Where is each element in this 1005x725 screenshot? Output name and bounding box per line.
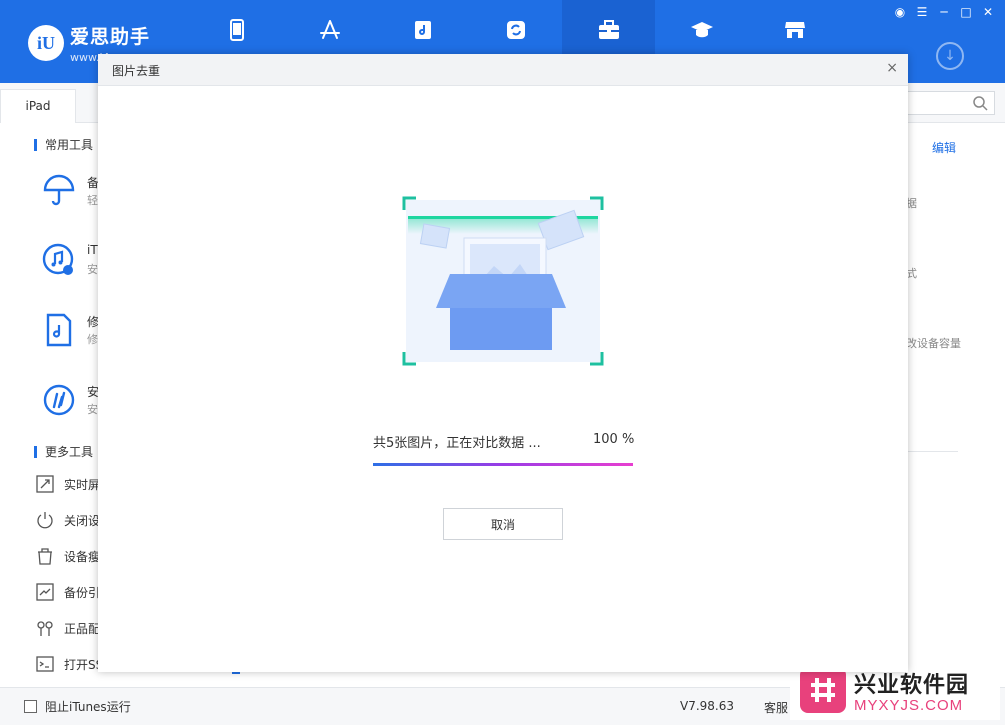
service-link[interactable]: 客服	[764, 699, 788, 716]
nav-ringtones[interactable]	[376, 0, 469, 60]
toolbox-icon	[598, 20, 619, 39]
checkbox-box[interactable]	[24, 700, 37, 713]
dedupe-dialog: 图片去重 × 共5张图片，正在对比数据 ... 100 % 取消	[98, 54, 908, 672]
scan-illustration	[402, 196, 604, 366]
block-itunes-checkbox[interactable]: 阻止iTunes运行	[24, 698, 131, 715]
skin-icon[interactable]: ◉	[891, 4, 909, 20]
tool-itunes-title: iT	[87, 243, 98, 257]
progress-text: 共5张图片，正在对比数据 ...	[373, 436, 541, 451]
app-store-icon	[319, 20, 340, 39]
divider	[900, 451, 958, 452]
tool-install-subtitle: 安	[87, 403, 98, 416]
music-file-icon	[46, 313, 72, 347]
more-tools-title: 更多工具	[34, 446, 93, 458]
screen-mirror-icon	[36, 475, 54, 493]
watermark-logo-icon	[800, 667, 846, 713]
block-itunes-label: 阻止iTunes运行	[45, 700, 131, 714]
menu-icon[interactable]: ☰	[913, 4, 931, 20]
umbrella-icon	[43, 174, 75, 206]
logo-title: 爱思助手	[70, 26, 151, 48]
progress-bar	[373, 463, 633, 466]
dialog-close-icon[interactable]: ×	[886, 60, 898, 76]
common-tools-title: 常用工具	[34, 139, 93, 151]
power-icon	[37, 512, 53, 529]
terminal-icon	[36, 656, 54, 672]
nav-store[interactable]	[748, 0, 841, 60]
store-icon	[784, 22, 805, 38]
security-icon	[43, 384, 75, 416]
trash-icon	[38, 548, 52, 565]
edit-link[interactable]: 编辑	[932, 139, 956, 156]
tool-backup-guide-label: 备份引	[64, 585, 101, 600]
tool-itunes[interactable]: iT 安	[40, 241, 100, 281]
cancel-button[interactable]: 取消	[443, 508, 563, 540]
nav-flash[interactable]	[469, 0, 562, 60]
tool-install[interactable]: 安 安	[40, 381, 100, 421]
version-label: V7.98.63	[680, 699, 735, 713]
right-snippet-3: 改设备容量	[906, 337, 961, 350]
tool-ssh[interactable]: 打开SS	[36, 655, 103, 673]
tool-screen-mirror-label: 实时屏	[64, 477, 101, 492]
itunes-icon	[42, 243, 74, 275]
watermark-en: MYXYJS.COM	[854, 696, 964, 714]
close-icon[interactable]: ✕	[979, 4, 997, 20]
tool-genuine-check-label: 正品配	[64, 621, 101, 636]
download-icon[interactable]: ↓	[936, 42, 964, 70]
search-input[interactable]	[905, 91, 995, 115]
nav-apps[interactable]	[283, 0, 376, 60]
phone-icon	[229, 19, 244, 41]
tool-backup-subtitle: 轻	[87, 194, 98, 207]
main-nav	[190, 0, 841, 60]
tool-backup-guide[interactable]: 备份引	[36, 583, 100, 601]
tool-slimming-label: 设备瘦	[64, 549, 101, 564]
tool-repair-subtitle: 修	[87, 333, 98, 346]
nav-device[interactable]	[190, 0, 283, 60]
nav-toolbox[interactable]	[562, 0, 655, 60]
logo-badge: iU	[28, 25, 64, 61]
tool-genuine-check[interactable]: 正品配	[36, 619, 100, 637]
window-controls: ◉ ☰ ─ □ ✕	[891, 4, 997, 20]
tab-ipad[interactable]: iPad	[0, 89, 76, 123]
sync-icon	[506, 21, 525, 39]
dialog-titlebar: 图片去重 ×	[98, 54, 908, 86]
tool-repair[interactable]: 修 修	[40, 311, 100, 351]
progress-percent: 100 %	[593, 432, 635, 447]
music-icon	[414, 21, 431, 39]
tool-screen-mirror[interactable]: 实时屏	[36, 475, 100, 493]
earphone-icon	[37, 621, 53, 636]
progress-bar-fill	[373, 463, 633, 466]
box-icon	[436, 274, 566, 350]
tool-power-off-label: 关闭设	[64, 513, 101, 528]
tool-slimming[interactable]: 设备瘦	[36, 547, 100, 565]
dialog-title: 图片去重	[112, 64, 161, 78]
minimize-icon[interactable]: ─	[935, 4, 953, 20]
tool-backup[interactable]: 备 轻	[40, 172, 100, 212]
search-icon[interactable]	[972, 95, 988, 111]
nav-tutorial[interactable]	[655, 0, 748, 60]
tool-itunes-subtitle: 安	[87, 263, 98, 276]
tool-power-off[interactable]: 关闭设	[36, 511, 100, 529]
graduation-cap-icon	[690, 22, 713, 38]
backup-icon	[36, 583, 54, 601]
maximize-icon[interactable]: □	[957, 4, 975, 20]
